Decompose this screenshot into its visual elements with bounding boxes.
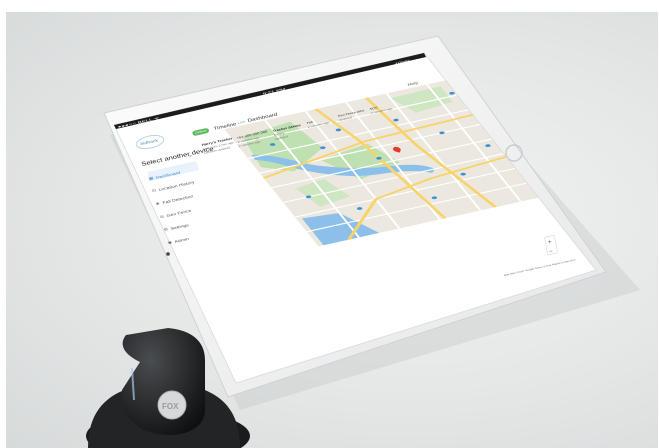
front-camera xyxy=(166,252,170,256)
device-logo: FOX xyxy=(162,402,179,411)
tablet-photo: ●●●○○ BELL ᯤ 9:21 PM 100% ▬ Online Timel… xyxy=(86,35,640,448)
zoom-out-button[interactable]: − xyxy=(549,249,553,255)
zoom-in-button[interactable]: + xyxy=(548,240,552,246)
device-body xyxy=(121,328,205,436)
